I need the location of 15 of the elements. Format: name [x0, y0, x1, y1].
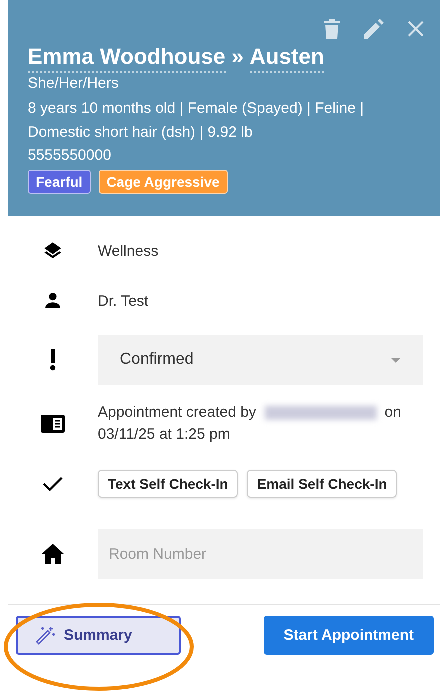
check-in-button[interactable]: Text Self Check-In [98, 470, 238, 498]
start-appointment-button[interactable]: Start Appointment [264, 616, 434, 655]
row-label: Dr. Test [98, 292, 150, 310]
check-in-button[interactable]: Email Self Check-In [247, 470, 398, 498]
tag: Cage Aggressive [98, 170, 228, 194]
tag: Fearful [28, 170, 91, 194]
row-label: Wellness [98, 242, 160, 260]
creation-note: Appointment created by on 03/11/25 at 1:25 pm [98, 403, 402, 445]
pronouns: She/Her/Hers [28, 74, 120, 94]
separator: » [232, 44, 244, 70]
room-number-field[interactable]: Room Number [98, 529, 423, 579]
patient-details: 8 years 10 months old | Female (Spayed) | Feline | Domestic short hair (dsh) | 9.92 lb [28, 99, 366, 143]
status-dropdown[interactable]: Confirmed [98, 335, 423, 385]
phone-number: 5555550000 [28, 146, 112, 166]
summary-button[interactable]: Summary [16, 616, 181, 655]
